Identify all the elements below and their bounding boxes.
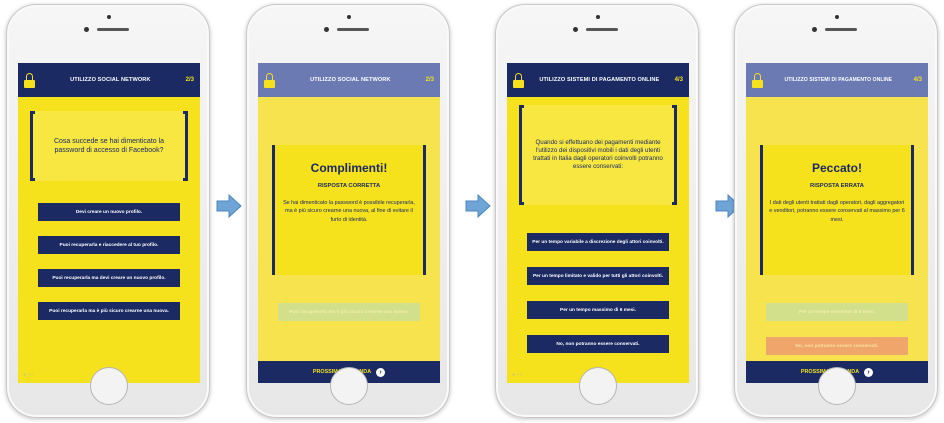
phone-3: UTILIZZO SISTEMI DI PAGAMENTO ONLINE 4/3… [495,4,699,418]
home-button[interactable] [330,367,368,405]
quiz-category-title: UTILIZZO SOCIAL NETWORK [310,77,391,83]
question-counter: 2/3 [425,77,434,83]
quiz-category-title: UTILIZZO SISTEMI DI PAGAMENTO ONLINE [539,77,660,83]
question-counter: 4/3 [913,77,922,83]
question-counter: 4/3 [674,77,683,83]
answer-option-3[interactable]: Puoi recuperarla ma devi creare un nuovo… [38,269,180,287]
next-arrow-icon [216,193,242,219]
front-camera [84,27,89,32]
sensor-dot [596,15,600,19]
earpiece-speaker [97,28,129,31]
earpiece-speaker [337,28,369,31]
home-button[interactable] [818,367,856,405]
quiz-category-title: UTILIZZO SISTEMI DI PAGAMENTO ONLINE [784,77,893,83]
answer-option-3[interactable]: Per un tempo massimo di 6 mesi. [527,301,669,319]
sensor-dot [835,15,839,19]
answer-option-4[interactable]: Puoi recuperarla ma è più sicuro crearne… [38,302,180,320]
quiz-screen: UTILIZZO SISTEMI DI PAGAMENTO ONLINE 4/3… [507,63,689,383]
quiz-screen: UTILIZZO SOCIAL NETWORK 2/3 Puoi recuper… [258,63,440,383]
front-camera [324,27,329,32]
lock-icon [752,72,763,88]
arrow-right-icon: › [864,367,874,377]
question-text: Quando si effettuano dei pagamenti media… [533,138,663,171]
lock-icon [513,72,524,88]
phone-2: UTILIZZO SOCIAL NETWORK 2/3 Puoi recuper… [246,4,450,418]
front-camera [812,27,817,32]
arrow-right-icon: › [376,367,386,377]
quiz-category-title: UTILIZZO SOCIAL NETWORK [70,77,151,83]
answer-option-1[interactable]: Devi creare un nuovo profilo. [38,203,180,221]
home-button[interactable] [90,367,128,405]
phone-1: UTILIZZO SOCIAL NETWORK 2/3 Cosa succede… [6,4,210,418]
quiz-header: UTILIZZO SISTEMI DI PAGAMENTO ONLINE 4/3 [746,63,928,97]
feedback-status: RISPOSTA CORRETTA [317,183,381,189]
feedback-title: Peccato! [811,161,863,175]
quiz-header: UTILIZZO SISTEMI DI PAGAMENTO ONLINE 4/3 [507,63,689,97]
answer-option-2[interactable]: Per un tempo limitato e valido per tutti… [527,267,669,285]
sensor-dot [107,15,111,19]
sensor-dot [347,15,351,19]
quiz-screen: UTILIZZO SOCIAL NETWORK 2/3 Cosa succede… [18,63,200,383]
lock-icon [264,72,275,88]
page-dots: ● ○○ [512,372,523,378]
lock-icon [24,72,35,88]
feedback-explanation: Se hai dimenticato la password è possibi… [283,200,415,223]
phone-4: UTILIZZO SISTEMI DI PAGAMENTO ONLINE 4/3… [734,4,938,418]
answer-option-2[interactable]: Puoi recuperarla e riaccedere al tuo pro… [38,236,180,254]
question-counter: 2/3 [185,77,194,83]
question-box: Cosa succede se hai dimenticato la passw… [30,111,188,181]
question-text: Cosa succede se hai dimenticato la passw… [53,137,165,154]
feedback-status: RISPOSTA ERRATA [810,183,864,189]
page-dots: ● ○○ [23,372,34,378]
feedback-popup: Complimenti! RISPOSTA CORRETTA Se hai di… [272,145,426,275]
answer-option-1[interactable]: Per un tempo variabile a discrezione deg… [527,233,669,251]
feedback-popup: Peccato! RISPOSTA ERRATA I dati degli ut… [760,145,914,275]
feedback-title: Complimenti! [310,161,388,175]
earpiece-speaker [825,28,857,31]
quiz-screen: UTILIZZO SISTEMI DI PAGAMENTO ONLINE 4/3… [746,63,928,383]
front-camera [573,27,578,32]
home-button[interactable] [579,367,617,405]
question-box: Quando si effettuano dei pagamenti media… [519,105,677,205]
feedback-explanation: I dati degli utenti trattati dagli opera… [769,200,905,223]
quiz-header: UTILIZZO SOCIAL NETWORK 2/3 [258,63,440,97]
next-arrow-icon [465,193,491,219]
answer-option-4[interactable]: No, non potranno essere conservati. [527,335,669,353]
earpiece-speaker [586,28,618,31]
quiz-header: UTILIZZO SOCIAL NETWORK 2/3 [18,63,200,97]
